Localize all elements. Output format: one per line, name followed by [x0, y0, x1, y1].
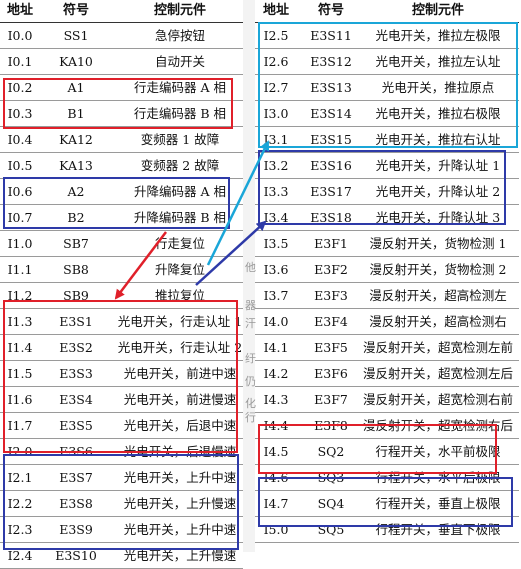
blue-arrow — [195, 220, 267, 286]
red-arrow — [114, 231, 167, 300]
connector-arrows — [114, 140, 270, 300]
